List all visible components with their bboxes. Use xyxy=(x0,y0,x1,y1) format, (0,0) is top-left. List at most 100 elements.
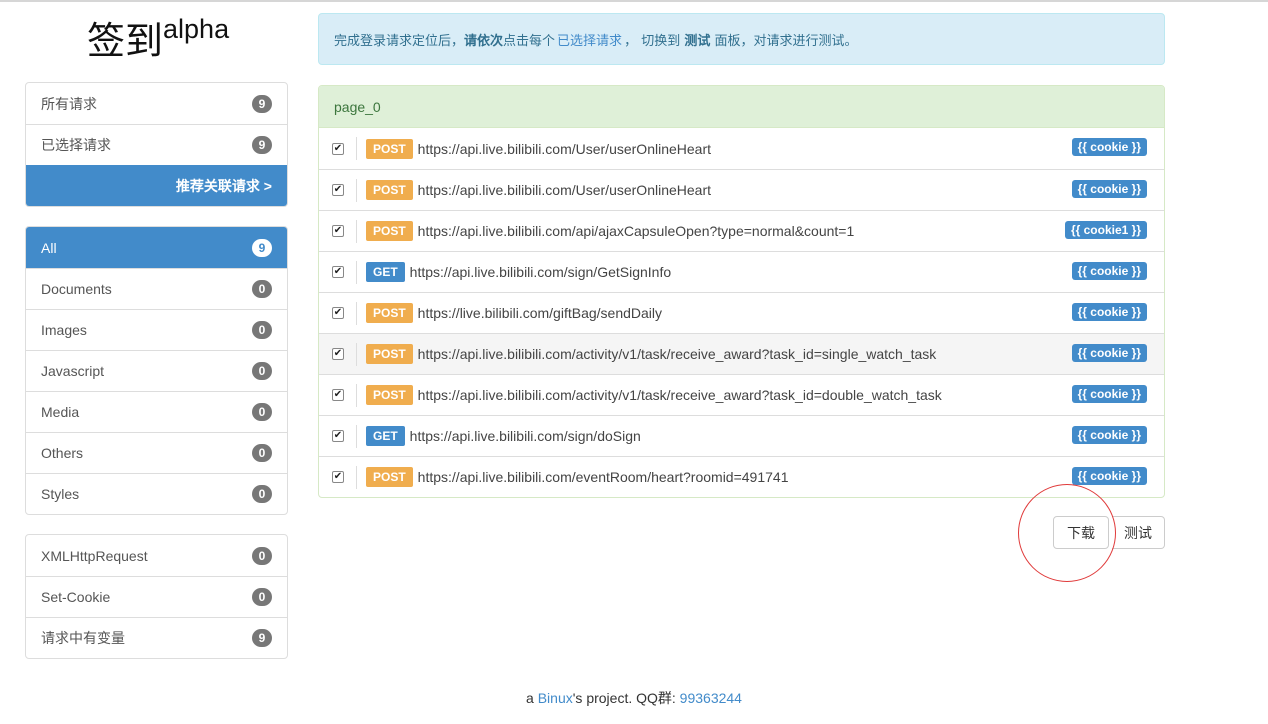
request-checkbox[interactable]: ✔ xyxy=(332,184,344,196)
method-badge: POST xyxy=(366,344,413,364)
sidebar-item-type-media[interactable]: Media 0 xyxy=(26,391,287,432)
request-url[interactable]: https://api.live.bilibili.com/User/userO… xyxy=(418,182,711,198)
count-badge: 9 xyxy=(252,136,272,154)
sidebar-item-label: XMLHttpRequest xyxy=(41,547,148,564)
variable-badge: {{ cookie }} xyxy=(1071,262,1147,280)
sidebar-item-label: All xyxy=(41,239,57,256)
sidebar-item-label: 已选择请求 xyxy=(41,137,111,153)
download-button[interactable]: 下载 xyxy=(1053,516,1109,549)
sidebar-item-label: Styles xyxy=(41,486,80,502)
request-checkbox[interactable]: ✔ xyxy=(332,348,344,360)
divider xyxy=(356,219,357,243)
divider xyxy=(356,465,357,489)
variable-badge: {{ cookie }} xyxy=(1071,303,1147,321)
request-row[interactable]: ✔ POST https://api.live.bilibili.com/activ… xyxy=(319,374,1164,415)
count-badge: 0 xyxy=(252,362,272,380)
recommend-related-requests-button[interactable]: 推荐关联请求 > xyxy=(26,165,287,206)
request-row[interactable]: ✔ GET https://api.live.bilibili.com/sign/G… xyxy=(319,251,1164,292)
alert-text: ， 切换到 xyxy=(624,33,681,49)
sidebar-item-set-cookie[interactable]: Set-Cookie 0 xyxy=(26,576,287,617)
sidebar-item-all-requests[interactable]: 所有请求 9 xyxy=(26,83,287,124)
sidebar-item-type-all[interactable]: All 9 xyxy=(26,227,287,268)
count-badge: 9 xyxy=(252,629,272,647)
request-url[interactable]: https://api.live.bilibili.com/activity/v… xyxy=(418,387,942,403)
brand-title: 签到 xyxy=(87,19,164,63)
sidebar-item-label: Images xyxy=(41,322,87,338)
test-button[interactable]: 测试 xyxy=(1112,516,1165,549)
recommend-label: 推荐关联请求 > xyxy=(175,178,272,194)
request-row[interactable]: ✔ POST https://api.live.bilibili.com/User/… xyxy=(319,128,1164,169)
method-badge: POST xyxy=(366,180,413,200)
sidebar-item-type-documents[interactable]: Documents 0 xyxy=(26,268,287,309)
sidebar-item-label: Javascript xyxy=(41,363,105,379)
alert-bold-text: 请依次 xyxy=(464,33,504,49)
sidebar-item-xmlhttprequest[interactable]: XMLHttpRequest 0 xyxy=(26,535,287,576)
brand-logo[interactable]: 签到alpha xyxy=(87,14,230,66)
method-badge: POST xyxy=(366,467,413,487)
divider xyxy=(356,342,357,366)
request-url[interactable]: https://api.live.bilibili.com/eventRoom/… xyxy=(418,469,789,485)
method-badge: POST xyxy=(366,303,413,323)
request-row[interactable]: ✔ GET https://api.live.bilibili.com/sign/d… xyxy=(319,415,1164,456)
request-row[interactable]: ✔ POST https://live.bilibili.com/giftBag/s… xyxy=(319,292,1164,333)
sidebar-item-label: Documents xyxy=(41,281,112,297)
sidebar-item-label: Set-Cookie xyxy=(41,589,111,605)
divider xyxy=(356,260,357,284)
footer-text: a xyxy=(526,690,538,706)
requests-panel: page_0 ✔ POST https://api.live.bilibili.co… xyxy=(318,85,1165,498)
sidebar-item-label: Media xyxy=(41,404,80,420)
count-badge: 0 xyxy=(252,485,272,503)
request-url[interactable]: https://api.live.bilibili.com/api/ajaxCa… xyxy=(418,223,855,239)
sidebar-item-type-javascript[interactable]: Javascript 0 xyxy=(26,350,287,391)
request-url[interactable]: https://api.live.bilibili.com/User/userO… xyxy=(418,141,711,157)
request-checkbox[interactable]: ✔ xyxy=(332,266,344,278)
request-checkbox[interactable]: ✔ xyxy=(332,307,344,319)
method-badge: POST xyxy=(366,221,413,241)
variable-badge: {{ cookie1 }} xyxy=(1064,221,1147,239)
request-row[interactable]: ✔ POST https://api.live.bilibili.com/activ… xyxy=(319,333,1164,374)
method-badge: POST xyxy=(366,138,413,159)
request-checkbox[interactable]: ✔ xyxy=(332,471,344,483)
method-badge: GET xyxy=(366,262,405,282)
top-border xyxy=(0,0,1268,2)
request-checkbox[interactable]: ✔ xyxy=(332,430,344,442)
request-url[interactable]: https://api.live.bilibili.com/sign/GetSi… xyxy=(410,264,671,280)
variable-badge: {{ cookie }} xyxy=(1071,426,1147,444)
method-badge: POST xyxy=(366,385,413,405)
sidebar-item-type-styles[interactable]: Styles 0 xyxy=(26,473,287,514)
variable-badge: {{ cookie }} xyxy=(1071,138,1147,156)
sidebar-item-has-variables[interactable]: 请求中有变量 9 xyxy=(26,617,287,658)
variable-badge: {{ cookie }} xyxy=(1071,180,1147,198)
sidebar-item-type-others[interactable]: Others 0 xyxy=(26,432,287,473)
brand-sup: alpha xyxy=(163,14,230,44)
request-checkbox[interactable]: ✔ xyxy=(332,225,344,237)
method-badge: GET xyxy=(366,426,405,446)
request-row[interactable]: ✔ POST https://api.live.bilibili.com/api/a… xyxy=(319,210,1164,251)
count-badge: 0 xyxy=(252,321,272,339)
request-list: ✔ POST https://api.live.bilibili.com/User/… xyxy=(319,128,1164,497)
page-title: page_0 xyxy=(334,98,381,115)
divider xyxy=(356,178,357,202)
alert-text: 面板，对请求进行测试。 xyxy=(714,33,858,49)
qq-group-link[interactable]: 99363244 xyxy=(680,690,742,706)
count-badge: 9 xyxy=(252,238,272,257)
request-url[interactable]: https://api.live.bilibili.com/activity/v… xyxy=(418,346,937,362)
request-url[interactable]: https://api.live.bilibili.com/sign/doSig… xyxy=(410,428,641,444)
panel-heading[interactable]: page_0 xyxy=(319,86,1164,128)
request-checkbox[interactable]: ✔ xyxy=(332,142,344,155)
author-link[interactable]: Binux xyxy=(538,690,573,706)
request-checkbox[interactable]: ✔ xyxy=(332,389,344,401)
request-row[interactable]: ✔ POST https://api.live.bilibili.com/User/… xyxy=(319,169,1164,210)
divider xyxy=(356,137,357,160)
request-row[interactable]: ✔ POST https://api.live.bilibili.com/event… xyxy=(319,456,1164,497)
sidebar-item-selected-requests[interactable]: 已选择请求 9 xyxy=(26,124,287,165)
selected-requests-link[interactable]: 已选择请求 xyxy=(557,30,622,49)
alert-text: 完成登录请求定位后， xyxy=(334,33,465,49)
alert-bold-text: 测试 xyxy=(684,33,711,49)
property-filter-group: XMLHttpRequest 0 Set-Cookie 0 请求中有变量 9 xyxy=(25,534,288,659)
sidebar-item-type-images[interactable]: Images 0 xyxy=(26,309,287,350)
footer-text: 's project. QQ群: xyxy=(572,690,680,706)
variable-badge: {{ cookie }} xyxy=(1071,344,1147,362)
sidebar-item-label: 所有请求 xyxy=(41,95,97,112)
request-url[interactable]: https://live.bilibili.com/giftBag/sendDa… xyxy=(418,305,662,321)
